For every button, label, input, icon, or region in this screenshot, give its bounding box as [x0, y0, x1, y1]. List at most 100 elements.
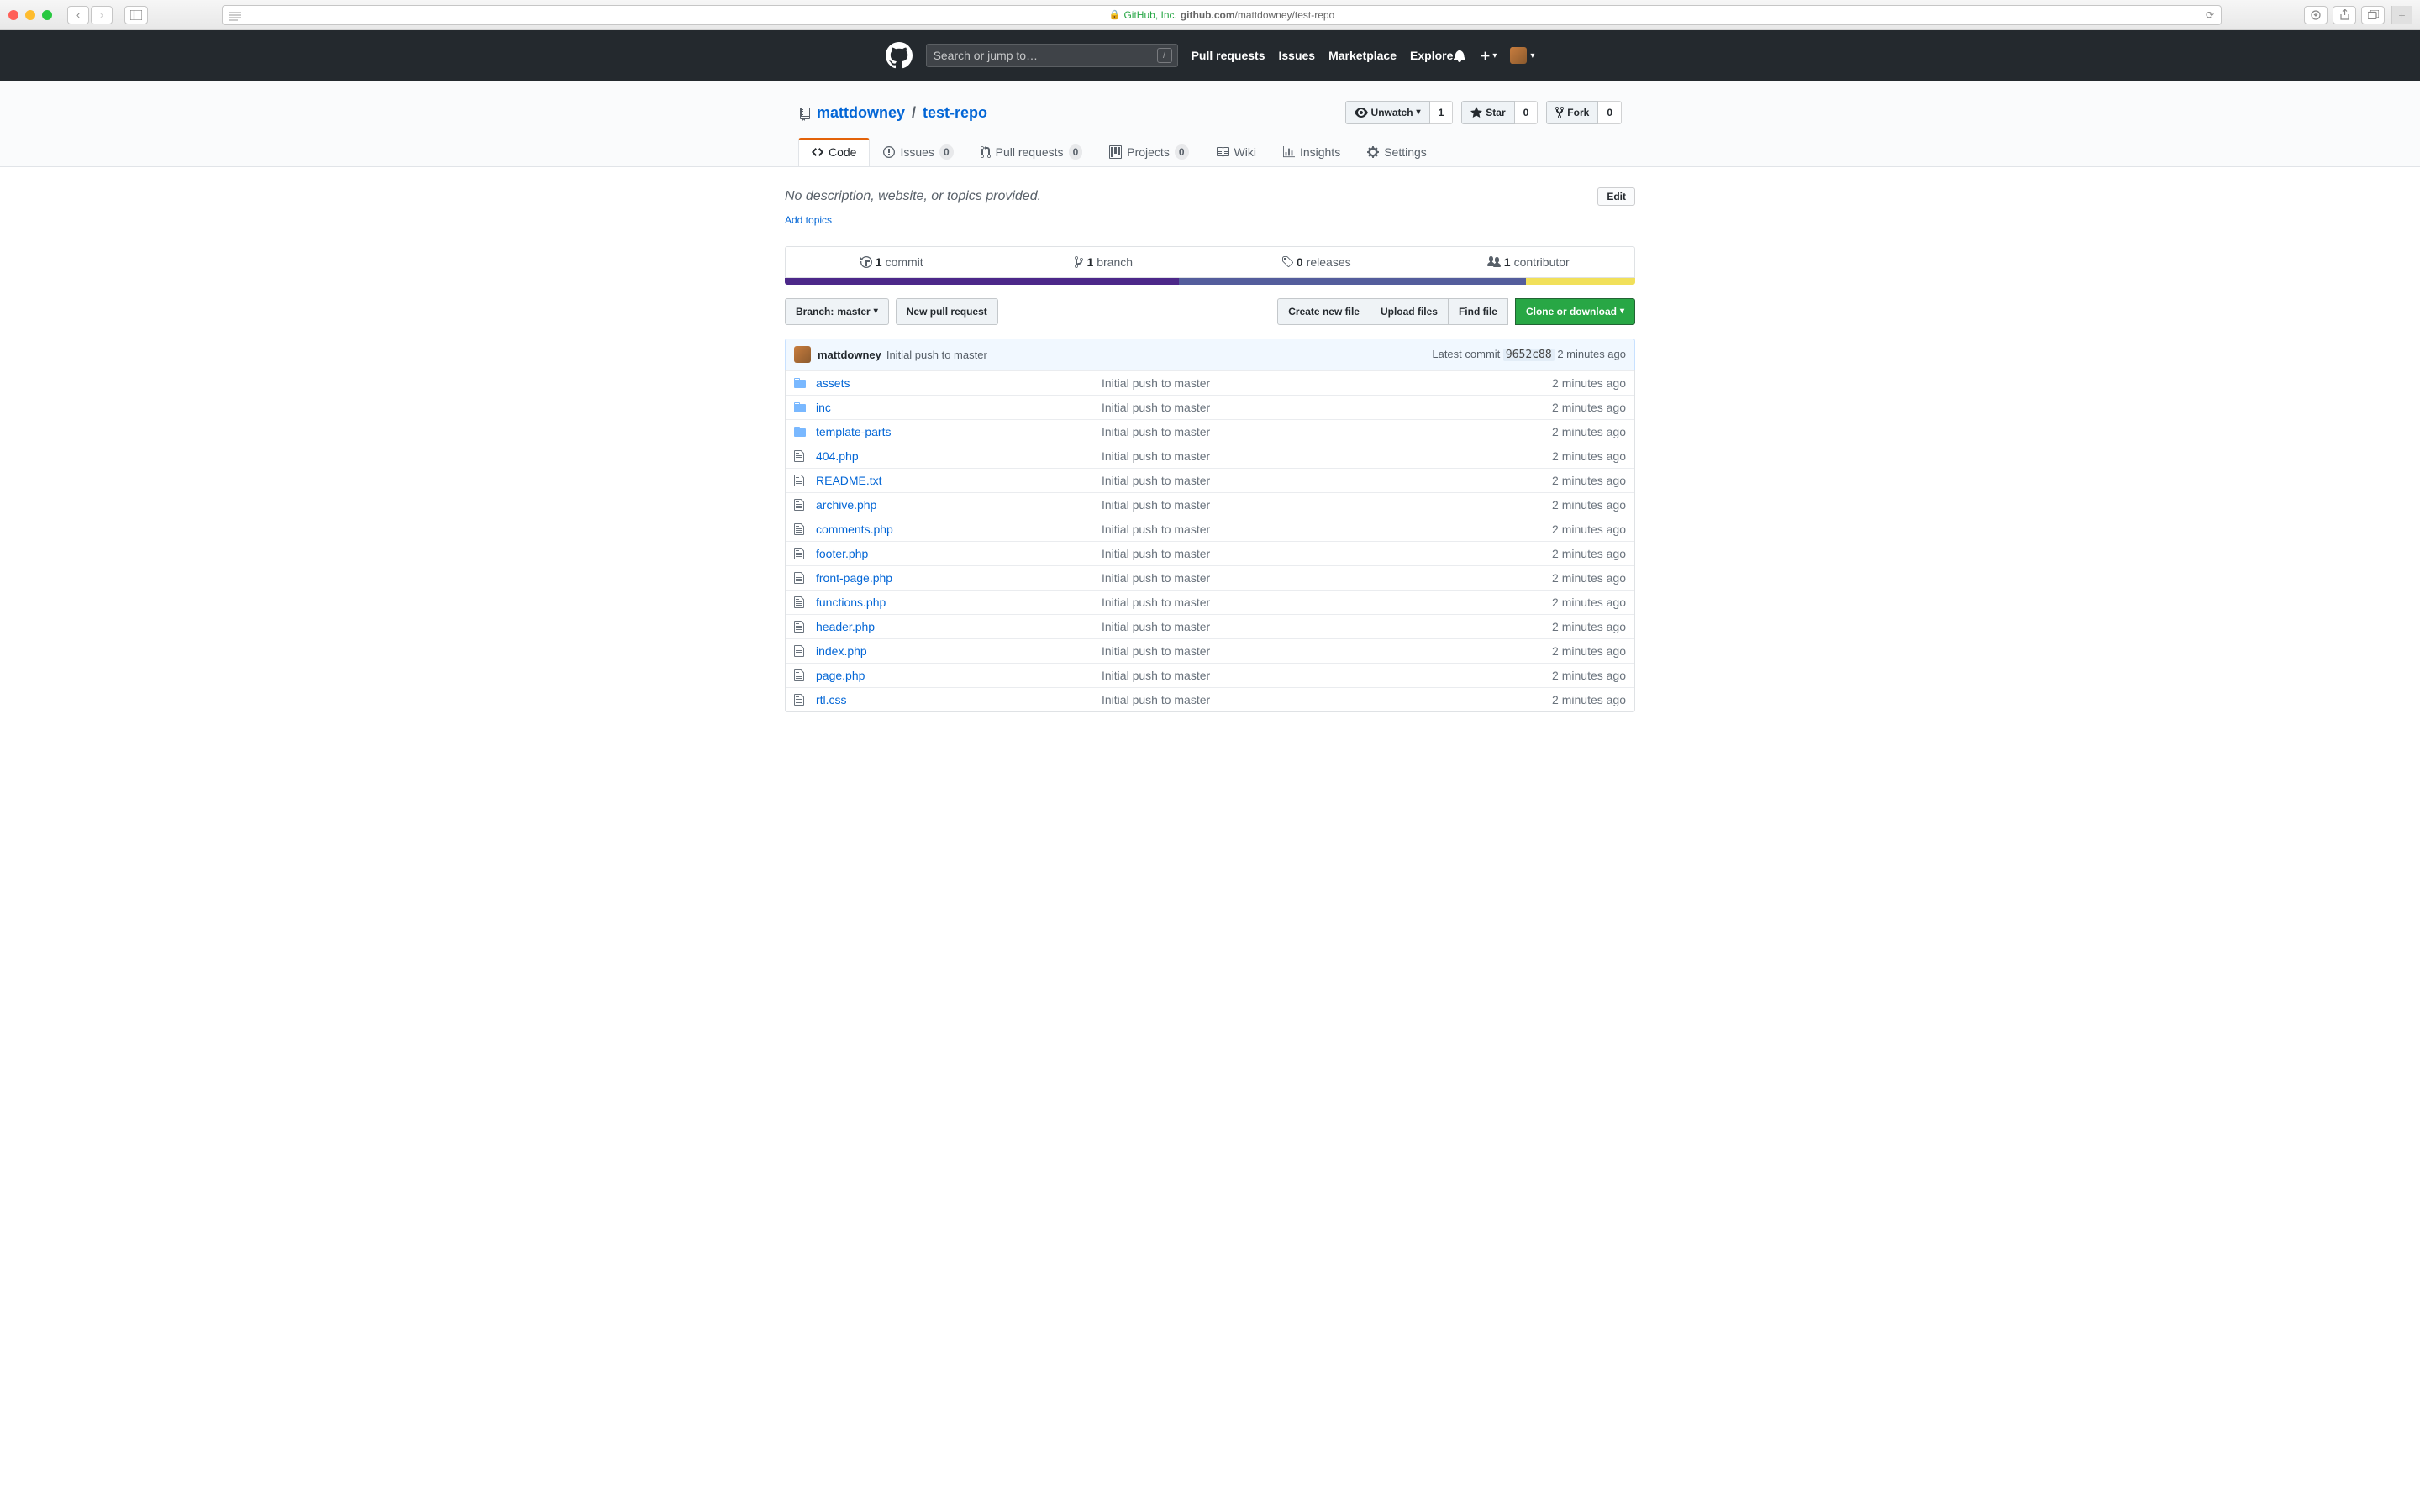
file-name-link[interactable]: front-page.php [816, 571, 1102, 585]
file-time: 2 minutes ago [1552, 547, 1626, 560]
tab-issues[interactable]: Issues 0 [870, 138, 966, 166]
file-name-link[interactable]: header.php [816, 620, 1102, 633]
upload-files-button[interactable]: Upload files [1370, 298, 1449, 325]
file-name-link[interactable]: functions.php [816, 596, 1102, 609]
file-commit-message[interactable]: Initial push to master [1102, 474, 1552, 487]
file-commit-message[interactable]: Initial push to master [1102, 449, 1552, 463]
add-topics-link[interactable]: Add topics [785, 214, 832, 226]
tab-pull-requests[interactable]: Pull requests 0 [967, 138, 1097, 166]
file-time: 2 minutes ago [1552, 522, 1626, 536]
new-pull-request-button[interactable]: New pull request [896, 298, 998, 325]
file-commit-message[interactable]: Initial push to master [1102, 644, 1552, 658]
nav-explore[interactable]: Explore [1410, 49, 1453, 62]
repo-owner-link[interactable]: mattdowney [817, 104, 905, 122]
tab-code[interactable]: Code [798, 138, 870, 166]
file-name-link[interactable]: inc [816, 401, 1102, 414]
create-new-file-button[interactable]: Create new file [1277, 298, 1370, 325]
file-commit-message[interactable]: Initial push to master [1102, 571, 1552, 585]
new-tab-button[interactable]: + [2391, 6, 2412, 24]
file-commit-message[interactable]: Initial push to master [1102, 547, 1552, 560]
file-commit-message[interactable]: Initial push to master [1102, 522, 1552, 536]
language-bar[interactable] [785, 278, 1635, 285]
repo-name-link[interactable]: test-repo [923, 104, 987, 122]
commit-author-link[interactable]: mattdowney [818, 349, 881, 361]
tabs-icon [2368, 10, 2379, 19]
file-name-link[interactable]: rtl.css [816, 693, 1102, 706]
file-commit-message[interactable]: Initial push to master [1102, 596, 1552, 609]
back-button[interactable]: ‹ [67, 6, 89, 24]
tab-settings[interactable]: Settings [1354, 138, 1440, 166]
file-row: README.txtInitial push to master2 minute… [786, 468, 1634, 492]
file-commit-message[interactable]: Initial push to master [1102, 401, 1552, 414]
watch-count[interactable]: 1 [1430, 101, 1454, 124]
sidebar-icon [130, 10, 142, 20]
tabs-button[interactable] [2361, 6, 2385, 24]
nav-issues[interactable]: Issues [1278, 49, 1315, 62]
sidebar-toggle-button[interactable] [124, 6, 148, 24]
file-commit-message[interactable]: Initial push to master [1102, 669, 1552, 682]
file-row: template-partsInitial push to master2 mi… [786, 419, 1634, 444]
releases-link[interactable]: 0 releases [1210, 255, 1423, 269]
reader-mode-icon[interactable] [229, 9, 241, 21]
nav-pull-requests[interactable]: Pull requests [1192, 49, 1265, 62]
file-commit-message[interactable]: Initial push to master [1102, 425, 1552, 438]
file-row: footer.phpInitial push to master2 minute… [786, 541, 1634, 565]
clone-download-button[interactable]: Clone or download ▾ [1515, 298, 1635, 325]
file-icon [794, 474, 808, 487]
file-name-link[interactable]: page.php [816, 669, 1102, 682]
fork-count[interactable]: 0 [1598, 101, 1622, 124]
branches-link[interactable]: 1 branch [998, 255, 1211, 269]
file-name-link[interactable]: template-parts [816, 425, 1102, 438]
file-name-link[interactable]: footer.php [816, 547, 1102, 560]
search-input[interactable]: Search or jump to… / [926, 44, 1178, 67]
main-content: No description, website, or topics provi… [785, 167, 1635, 732]
commits-link[interactable]: 1 commit [786, 255, 998, 269]
maximize-window-button[interactable] [42, 10, 52, 20]
file-commit-message[interactable]: Initial push to master [1102, 693, 1552, 706]
close-window-button[interactable] [8, 10, 18, 20]
downloads-button[interactable] [2304, 6, 2328, 24]
fork-button[interactable]: Fork [1546, 101, 1598, 124]
star-button[interactable]: Star [1461, 101, 1514, 124]
branch-prefix: Branch: [796, 304, 834, 319]
clone-label: Clone or download [1526, 304, 1617, 319]
file-name-link[interactable]: README.txt [816, 474, 1102, 487]
notifications-button[interactable] [1453, 48, 1466, 63]
file-name-link[interactable]: comments.php [816, 522, 1102, 536]
caret-down-icon: ▾ [1620, 304, 1624, 319]
file-commit-message[interactable]: Initial push to master [1102, 620, 1552, 633]
commit-message-link[interactable]: Initial push to master [886, 349, 987, 361]
file-row: 404.phpInitial push to master2 minutes a… [786, 444, 1634, 468]
tab-projects[interactable]: Projects 0 [1096, 138, 1202, 166]
github-header: Search or jump to… / Pull requests Issue… [0, 30, 2420, 81]
share-button[interactable] [2333, 6, 2356, 24]
nav-marketplace[interactable]: Marketplace [1328, 49, 1397, 62]
file-time: 2 minutes ago [1552, 596, 1626, 609]
star-count[interactable]: 0 [1515, 101, 1539, 124]
commit-author-avatar[interactable] [794, 346, 811, 363]
branch-select-button[interactable]: Branch: master ▾ [785, 298, 889, 325]
file-name-link[interactable]: 404.php [816, 449, 1102, 463]
create-new-dropdown[interactable]: ▾ [1480, 50, 1497, 61]
edit-description-button[interactable]: Edit [1597, 187, 1635, 206]
file-name-link[interactable]: index.php [816, 644, 1102, 658]
find-file-button[interactable]: Find file [1448, 298, 1508, 325]
file-name-link[interactable]: assets [816, 376, 1102, 390]
forward-button[interactable]: › [91, 6, 113, 24]
file-commit-message[interactable]: Initial push to master [1102, 376, 1552, 390]
history-icon [860, 255, 872, 269]
minimize-window-button[interactable] [25, 10, 35, 20]
tab-wiki[interactable]: Wiki [1202, 138, 1270, 166]
project-icon [1109, 145, 1122, 159]
contributors-link[interactable]: 1 contributor [1423, 255, 1635, 269]
tab-insights[interactable]: Insights [1270, 138, 1354, 166]
file-name-link[interactable]: archive.php [816, 498, 1102, 512]
url-bar[interactable]: 🔒 GitHub, Inc. github.com/mattdowney/tes… [222, 5, 2222, 25]
commit-sha-link[interactable]: 9652c88 [1503, 349, 1555, 361]
github-logo[interactable] [886, 42, 913, 69]
unwatch-button[interactable]: Unwatch ▾ [1345, 101, 1430, 124]
file-commit-message[interactable]: Initial push to master [1102, 498, 1552, 512]
user-menu-dropdown[interactable]: ▾ [1510, 47, 1534, 64]
reload-button[interactable]: ⟳ [2206, 9, 2214, 21]
star-button-group: Star 0 [1461, 101, 1538, 124]
